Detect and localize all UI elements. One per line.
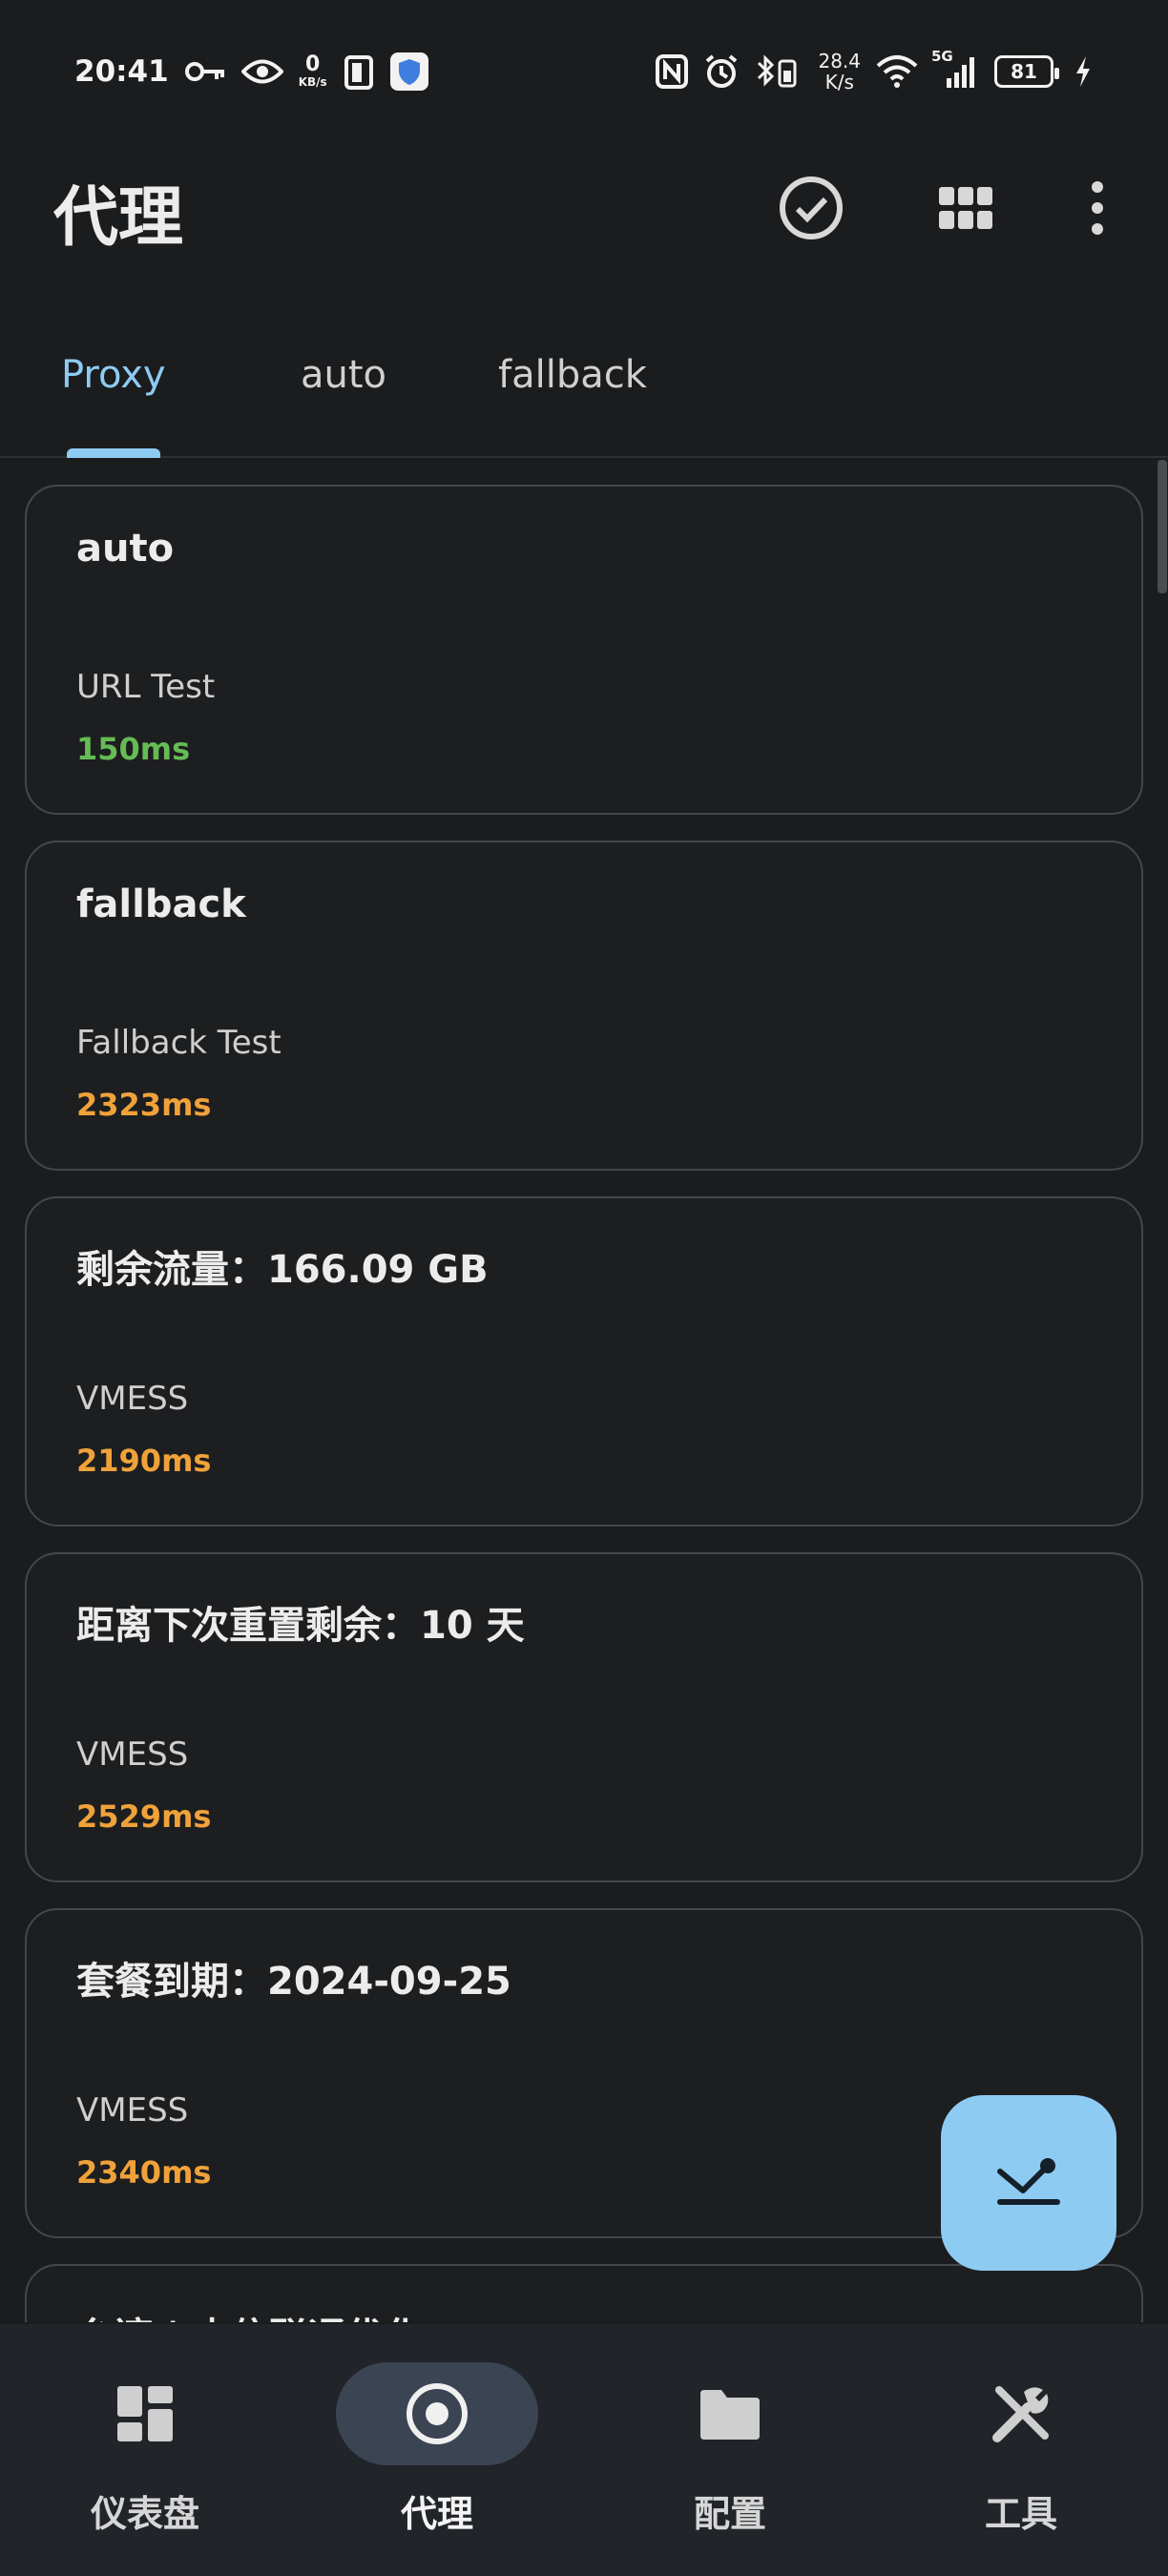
proxy-card[interactable]: 距离下次重置剩余：10 天 VMESS 2529ms [25,1552,1143,1882]
tab-auto[interactable]: auto [301,353,386,397]
nav-profiles[interactable]: 配置 [606,2362,854,2553]
proxy-type: VMESS [76,2091,189,2129]
proxy-delay: 150ms [76,731,191,767]
proxy-type: Fallback Test [76,1024,282,1062]
nav-tools-icon-container [920,2362,1122,2465]
more-options-button[interactable] [1059,170,1136,246]
proxy-card[interactable]: 台湾 | 电信联通优化 [25,2264,1143,2322]
proxy-list: auto URL Test 150ms fallback Fallback Te… [25,485,1143,2322]
network-type: 5G [931,48,953,65]
folder-icon [700,2390,760,2440]
proxy-delay: 2190ms [76,1443,212,1479]
nav-profiles-icon-container [629,2362,831,2465]
proxy-card[interactable]: auto URL Test 150ms [25,485,1143,815]
scrollbar[interactable] [1158,460,1167,593]
key-icon [184,58,226,85]
phone-icon [343,53,375,90]
proxy-name: auto [76,527,175,571]
dashboard-icon [117,2386,173,2441]
proxy-type: VMESS [76,1380,189,1418]
page-title: 代理 [53,180,184,256]
nav-proxy-icon-container [336,2362,538,2465]
tab-indicator [67,448,160,458]
charging-icon [1074,55,1092,88]
nav-proxy-label: 代理 [400,2493,473,2535]
net-speed-left-unit: KB/s [298,75,327,89]
nav-dashboard-label: 仪表盘 [90,2493,199,2535]
nav-tools-label: 工具 [984,2493,1057,2535]
grid-view-button[interactable] [928,170,1004,246]
proxy-type: VMESS [76,1735,189,1774]
nfc-icon [656,54,689,89]
net-speed-right-unit: K/s [824,71,854,93]
shield-icon [389,52,428,91]
bottom-navigation: 仪表盘 代理 配置 工具 [0,2324,1168,2576]
bluetooth-battery-icon [755,53,803,90]
status-bar: 20:41 0 KB/s 28.4 K/s 5G 81 [0,0,1168,143]
check-circle-icon [780,177,843,239]
grid-icon [939,187,992,229]
tab-proxy[interactable]: Proxy [61,353,166,397]
nav-profiles-label: 配置 [693,2493,766,2535]
scroll-to-location-icon [997,2158,1060,2205]
proxy-name: 套餐到期：2024-09-25 [76,1960,511,2004]
radio-target-icon [407,2383,468,2444]
battery-icon: 81 [994,55,1059,88]
tab-fallback[interactable]: fallback [498,353,647,397]
status-time: 20:41 [74,54,169,89]
proxy-type: URL Test [76,668,216,706]
net-speed-right: 28.4 K/s [818,51,861,93]
more-vert-icon [1092,181,1103,235]
nav-tools[interactable]: 工具 [897,2362,1145,2553]
nav-dashboard-icon-container [44,2362,246,2465]
proxy-name: fallback [76,883,246,926]
proxy-card[interactable]: fallback Fallback Test 2323ms [25,841,1143,1171]
proxy-name: 剩余流量：166.09 GB [76,1248,489,1292]
net-speed-right-value: 28.4 [818,50,861,73]
proxy-card[interactable]: 剩余流量：166.09 GB VMESS 2190ms [25,1196,1143,1527]
proxy-name: 距离下次重置剩余：10 天 [76,1604,525,1648]
status-bar-right: 28.4 K/s 5G 81 [656,48,1092,93]
tab-bar: Proxy auto fallback [0,324,1168,458]
select-check-button[interactable] [773,170,849,246]
locate-selected-button[interactable] [941,2095,1116,2271]
battery-level: 81 [1011,60,1037,83]
proxy-delay: 2340ms [76,2154,212,2191]
proxy-delay: 2323ms [76,1087,212,1123]
app-bar: 代理 [0,143,1168,267]
proxy-name: 台湾 | 电信联通优化 [76,2306,422,2322]
proxy-delay: 2529ms [76,1798,212,1835]
eye-icon [240,57,283,86]
net-speed-left: 0 KB/s [298,52,327,90]
wifi-icon [876,54,918,89]
nav-proxy[interactable]: 代理 [313,2362,561,2553]
nav-dashboard[interactable]: 仪表盘 [21,2362,269,2553]
signal-icon: 5G [931,48,979,90]
status-bar-left: 20:41 0 KB/s [74,52,428,91]
net-speed-left-value: 0 [305,52,321,76]
tools-icon [992,2386,1049,2442]
alarm-icon [703,53,740,90]
